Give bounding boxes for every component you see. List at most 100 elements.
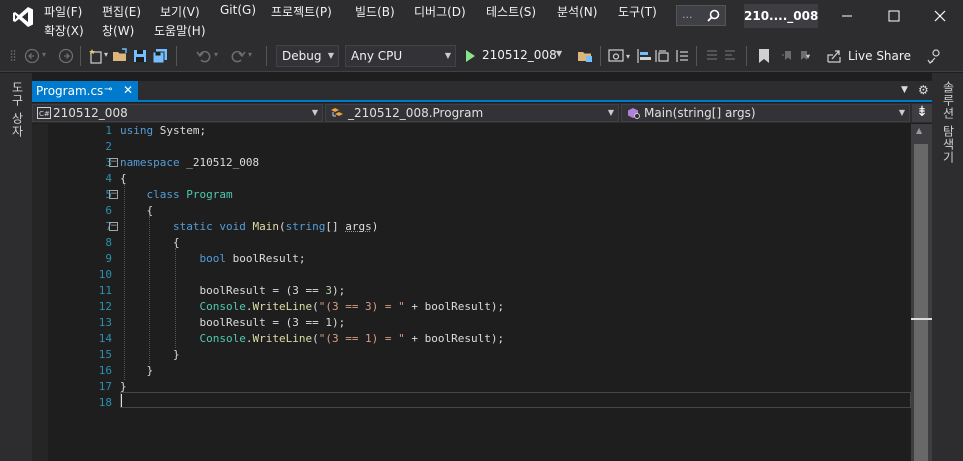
- line-number: 4: [105, 172, 112, 185]
- uncomment-icon[interactable]: [722, 48, 738, 64]
- solution-platform-select[interactable]: Any CPU ▼: [345, 45, 456, 67]
- code-line: {: [120, 172, 127, 185]
- chevron-down-icon[interactable]: ▼: [556, 49, 562, 58]
- menu-git[interactable]: Git(G): [220, 3, 256, 17]
- menu-help[interactable]: 도움말(H): [154, 22, 206, 39]
- document-tab-bar: Program.cs ⊸ ✕ ▼ ⚙: [32, 81, 932, 102]
- redo-dropdown-icon[interactable]: ▾: [248, 50, 252, 59]
- code-line: static void Main(string[] args): [172, 220, 379, 233]
- solution-explorer-tab[interactable]: 솔루션 탐색기: [940, 81, 957, 164]
- member-scope-value: Main(string[] args): [644, 106, 756, 120]
- menu-debug[interactable]: 디버그(D): [414, 3, 466, 20]
- solution-explorer-side-panel: 솔루션 탐색기: [932, 73, 963, 461]
- toolbar-grip-icon[interactable]: [10, 49, 16, 63]
- chevron-down-icon: ▼: [607, 108, 614, 117]
- open-file-icon[interactable]: [112, 48, 128, 64]
- split-editor-button[interactable]: ⇟: [912, 104, 932, 122]
- browser-link-icon[interactable]: [608, 48, 624, 64]
- redo-icon[interactable]: [230, 48, 246, 64]
- vertical-scrollbar[interactable]: ▲: [911, 124, 932, 461]
- live-share-icon: [827, 50, 841, 63]
- start-target-label: 210512_008: [482, 48, 557, 62]
- code-line: {: [146, 204, 154, 217]
- toolbar-separator: [696, 46, 697, 66]
- menu-extensions[interactable]: 확장(X): [44, 22, 84, 39]
- solution-configuration-value: Debug: [282, 49, 322, 63]
- new-item-dropdown-icon[interactable]: ▾: [104, 50, 108, 59]
- svg-text:C#: C#: [39, 110, 50, 118]
- start-debugging-button[interactable]: 210512_008 ▼: [464, 45, 570, 67]
- member-scope-select[interactable]: Main(string[] args) ▼: [621, 104, 910, 122]
- save-icon[interactable]: [132, 48, 148, 64]
- feedback-person-icon[interactable]: [926, 48, 942, 64]
- project-scope-select[interactable]: C# 210512_008 ▼: [32, 104, 323, 122]
- navigate-forward-icon[interactable]: [58, 48, 74, 64]
- toggle-align-icon[interactable]: [636, 48, 652, 64]
- line-number: 13: [98, 316, 112, 329]
- chevron-down-icon: ▼: [898, 108, 905, 117]
- menu-test[interactable]: 테스트(S): [486, 3, 536, 20]
- pin-icon[interactable]: ⊸: [104, 84, 112, 95]
- toolbox-side-panel: 도구 상자: [0, 73, 32, 461]
- visual-studio-logo-icon[interactable]: [12, 6, 34, 28]
- collapse-class-icon[interactable]: −: [109, 190, 118, 199]
- menu-file[interactable]: 파일(F): [44, 3, 82, 20]
- new-project-icon[interactable]: [88, 48, 104, 64]
- browser-link-dropdown-icon[interactable]: ▾: [626, 52, 630, 61]
- scroll-up-icon[interactable]: ▲: [916, 126, 922, 135]
- navigate-back-icon[interactable]: [24, 48, 40, 64]
- standard-toolbar: ▾ ▾ ▾ ▾ Debug ▼ Any CPU ▼ 210512_008 ▼ ▾…: [0, 40, 963, 72]
- solution-platform-value: Any CPU: [351, 49, 403, 63]
- indent-icon[interactable]: [654, 48, 670, 64]
- code-line: Console.WriteLine("(3 == 3) = " + boolRe…: [199, 300, 505, 313]
- menu-window[interactable]: 창(W): [102, 22, 134, 39]
- minimize-icon[interactable]: [832, 4, 862, 28]
- close-window-icon[interactable]: [925, 4, 955, 28]
- navigate-back-dropdown-icon[interactable]: ▾: [42, 50, 46, 59]
- scrollbar-thumb[interactable]: [914, 144, 928, 461]
- search-input[interactable]: ...: [676, 5, 726, 26]
- collapse-method-icon[interactable]: −: [109, 222, 118, 231]
- bookmark-previous-icon[interactable]: [780, 48, 796, 64]
- outdent-icon[interactable]: [674, 48, 690, 64]
- code-editor[interactable]: 1 2 3 4 5 6 7 8 9 10 11 12 13 14 15 16 1…: [32, 124, 932, 461]
- line-number: 18: [98, 396, 112, 409]
- undo-icon[interactable]: [196, 48, 212, 64]
- line-number: 10: [98, 268, 112, 281]
- line-number: 14: [98, 332, 112, 345]
- maximize-icon[interactable]: [879, 4, 909, 28]
- menu-edit[interactable]: 편집(E): [102, 3, 141, 20]
- chevron-down-icon: ▼: [444, 51, 451, 60]
- toolbox-tab[interactable]: 도구 상자: [9, 81, 26, 138]
- line-number: 16: [98, 364, 112, 377]
- gear-icon[interactable]: ⚙: [918, 83, 929, 97]
- comment-out-icon[interactable]: [704, 48, 720, 64]
- code-line: using System;: [120, 124, 207, 137]
- tab-program-cs[interactable]: Program.cs ⊸ ✕: [32, 81, 138, 102]
- type-scope-select[interactable]: _210512_008.Program ▼: [325, 104, 619, 122]
- play-icon: [466, 50, 475, 62]
- chevron-down-icon: ▼: [311, 108, 318, 117]
- tab-list-dropdown-icon[interactable]: ▼: [901, 85, 908, 95]
- menu-project[interactable]: 프로젝트(P): [271, 3, 332, 20]
- line-number: 3: [105, 156, 112, 169]
- method-icon: [628, 108, 640, 119]
- open-folder-in-explorer-icon[interactable]: [577, 48, 593, 64]
- solution-name-badge[interactable]: 210...._008: [744, 4, 818, 28]
- menu-tools[interactable]: 도구(T): [618, 3, 657, 20]
- bookmark-icon[interactable]: [756, 48, 772, 64]
- line-number: 8: [105, 236, 112, 249]
- close-tab-icon[interactable]: ✕: [123, 83, 133, 97]
- collapse-namespace-icon[interactable]: −: [109, 158, 118, 167]
- menu-analyze[interactable]: 분석(N): [557, 3, 597, 20]
- undo-dropdown-icon[interactable]: ▾: [214, 50, 218, 59]
- menu-build[interactable]: 빌드(B): [355, 3, 395, 20]
- line-number: 11: [98, 284, 112, 297]
- save-all-icon[interactable]: [152, 48, 168, 64]
- solution-configuration-select[interactable]: Debug ▼: [276, 45, 339, 67]
- toolbar-overflow-icon[interactable]: ▾: [806, 52, 810, 61]
- toolbar-separator: [600, 46, 601, 66]
- menu-view[interactable]: 보기(V): [160, 3, 200, 20]
- indicator-margin[interactable]: [32, 124, 48, 461]
- csharp-project-icon: C#: [37, 107, 51, 119]
